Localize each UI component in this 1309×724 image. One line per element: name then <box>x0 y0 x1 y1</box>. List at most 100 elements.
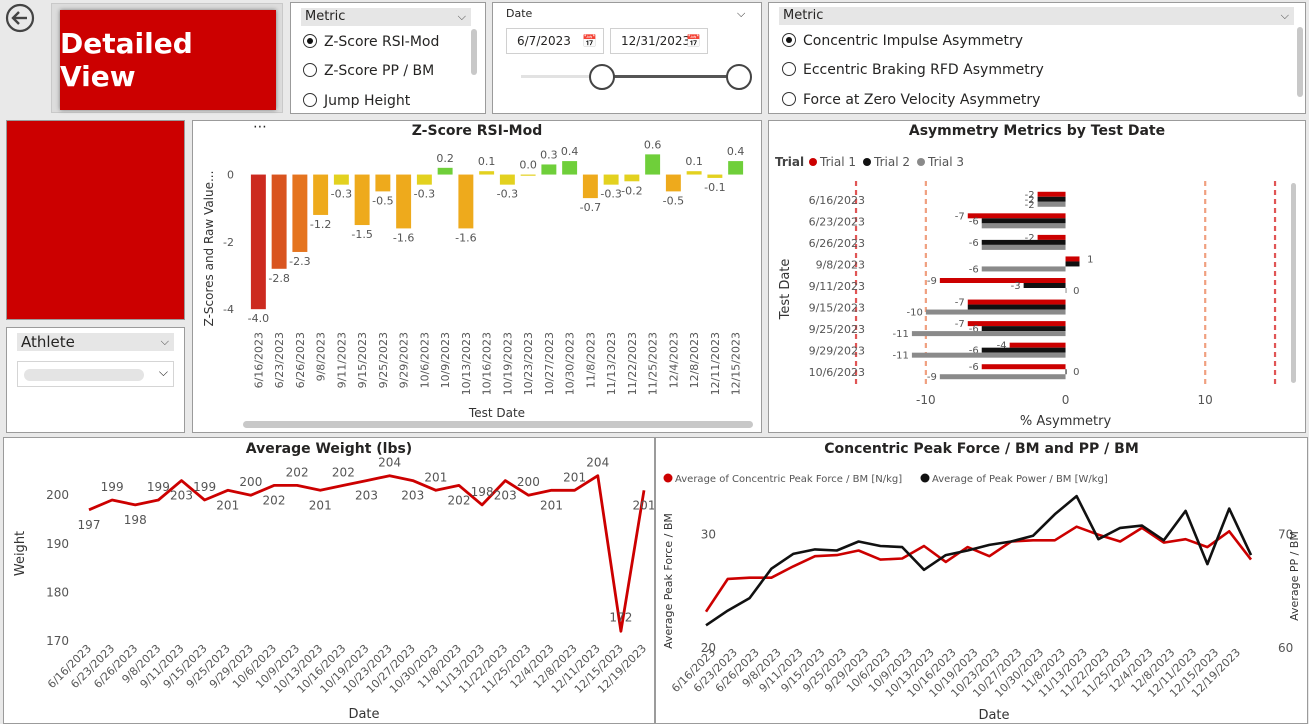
bar <box>967 213 1066 219</box>
radio-icon <box>303 63 317 77</box>
legend-label: Trial 2 <box>873 155 910 169</box>
radio-selected-icon <box>782 33 796 47</box>
bar <box>911 331 1066 337</box>
date-range-end-handle[interactable] <box>726 64 752 90</box>
data-label: 172 <box>609 610 632 624</box>
y-tick-label: 200 <box>46 488 69 502</box>
radio-icon <box>782 62 796 76</box>
y-tick-label: 6/16/2023 <box>809 194 865 207</box>
data-label: 203 <box>494 489 517 503</box>
legend-marker <box>809 158 817 166</box>
bar <box>1037 201 1066 207</box>
metric-option-concentric-impulse[interactable]: Concentric Impulse Asymmetry <box>782 30 1023 52</box>
x-tick-label: 0 <box>1062 393 1070 407</box>
data-label: 204 <box>378 456 401 470</box>
bar <box>665 174 681 192</box>
bar <box>707 174 723 178</box>
x-axis-title: Test Date <box>468 406 525 420</box>
metric-slicer: Metric ⌵ Z-Score RSI-Mod Z-Score PP / BM… <box>290 2 486 114</box>
athlete-slicer: Athlete ⌵ ⌵ <box>6 327 185 433</box>
x-tick-label: 11/13/2023 <box>605 332 618 395</box>
calendar-icon[interactable]: 📅 <box>582 29 597 53</box>
asymmetry-bar-chart: Trial Trial 1 Trial 2 Trial 36/16/2023 -2-2-… <box>775 155 1296 429</box>
athlete-dropdown[interactable]: ⌵ <box>17 361 174 387</box>
data-label: 201 <box>633 498 654 512</box>
data-label: -0.3 <box>497 188 518 201</box>
bar <box>1065 288 1067 293</box>
end-date-input[interactable]: 12/31/2023 📅 <box>610 28 708 54</box>
data-label: -1.6 <box>455 231 476 244</box>
weight-line-chart: 2001901801701976/16/20231996/23/20231986… <box>13 456 654 722</box>
x-tick-label: 6/16/2023 <box>252 332 265 388</box>
chevron-down-icon[interactable]: ⌵ <box>737 7 745 21</box>
x-tick-label: 10/9/2023 <box>439 332 452 388</box>
asymmetry-metric-slicer-scrollbar[interactable] <box>1297 27 1303 97</box>
metric-slicer-header-label: Metric <box>305 9 346 24</box>
calendar-icon[interactable]: 📅 <box>686 29 701 53</box>
bar <box>1065 369 1067 375</box>
date-range-start-handle[interactable] <box>589 64 615 90</box>
data-label: 0.3 <box>540 148 558 161</box>
legend-label: Trial 1 <box>819 155 856 169</box>
data-label: 202 <box>332 465 355 479</box>
y-tick-label: 9/15/2023 <box>809 302 865 315</box>
data-label: 199 <box>147 480 170 494</box>
bar <box>458 174 474 229</box>
detailed-view-label: Detailed View <box>60 27 193 93</box>
metric-slicer-scrollbar[interactable] <box>471 29 477 75</box>
bar <box>925 309 1066 315</box>
y-tick-label: 6/23/2023 <box>809 215 865 228</box>
y-axis-title: Z-Scores and Raw Value... <box>202 171 216 327</box>
detailed-view-button[interactable]: Detailed View <box>51 3 283 113</box>
data-label: -1.5 <box>351 228 372 241</box>
data-label: -3 <box>1011 281 1021 292</box>
legend-marker <box>917 158 925 166</box>
x-tick-label: 10/19/2023 <box>501 332 514 395</box>
data-label: 0 <box>1073 367 1079 378</box>
data-label: 202 <box>448 493 471 507</box>
date-range-fill <box>601 75 739 78</box>
data-label: 200 <box>239 475 262 489</box>
metric-option-zscore-rsi[interactable]: Z-Score RSI-Mod <box>303 31 439 53</box>
asymmetry-metric-slicer-header-label: Metric <box>783 8 824 23</box>
start-date-input[interactable]: 6/7/2023 📅 <box>506 28 604 54</box>
data-label: 0.4 <box>561 145 579 158</box>
data-label: 198 <box>124 513 147 527</box>
x-tick-label: 9/11/2023 <box>335 332 348 388</box>
x-tick-label: 11/22/2023 <box>626 332 639 395</box>
data-label: 202 <box>286 465 309 479</box>
bar <box>939 374 1066 380</box>
asymmetry-metric-slicer-header[interactable]: Metric ⌵ <box>779 7 1294 25</box>
back-arrow-icon <box>5 3 35 33</box>
metric-option-force-zero-velocity[interactable]: Force at Zero Velocity Asymmetry <box>782 89 1040 111</box>
bar <box>313 174 329 215</box>
data-label: -0.2 <box>621 184 642 197</box>
bar <box>1009 342 1066 348</box>
data-label: 0.1 <box>478 155 496 168</box>
bar <box>1037 234 1066 240</box>
metric-option-jump-height[interactable]: Jump Height <box>303 90 410 112</box>
data-label: -7 <box>955 298 965 309</box>
data-label: 199 <box>101 480 124 494</box>
metric-option-zscore-pp[interactable]: Z-Score PP / BM <box>303 60 434 82</box>
data-label: 199 <box>193 480 216 494</box>
bar <box>396 174 412 229</box>
back-button[interactable] <box>4 2 36 34</box>
x-tick-label: 10/27/2023 <box>543 332 556 395</box>
start-date-value: 6/7/2023 <box>517 34 571 48</box>
bar <box>582 174 598 199</box>
series-line <box>705 494 1253 627</box>
bar <box>939 278 1066 283</box>
metric-slicer-header[interactable]: Metric ⌵ <box>301 8 471 26</box>
legend-title: Trial <box>775 155 804 169</box>
metric-option-eccentric-braking[interactable]: Eccentric Braking RFD Asymmetry <box>782 59 1044 81</box>
bar <box>624 174 640 182</box>
bar <box>1037 191 1066 197</box>
data-label: -6 <box>969 264 979 275</box>
data-label: -0.5 <box>372 194 393 207</box>
data-label: -9 <box>927 372 937 383</box>
metric-option-label: Z-Score RSI-Mod <box>324 34 440 50</box>
y-axis-title: Average Peak Force / BM <box>662 513 675 649</box>
athlete-slicer-header[interactable]: Athlete ⌵ <box>17 333 174 351</box>
y-tick-label: 10/6/2023 <box>809 366 865 379</box>
